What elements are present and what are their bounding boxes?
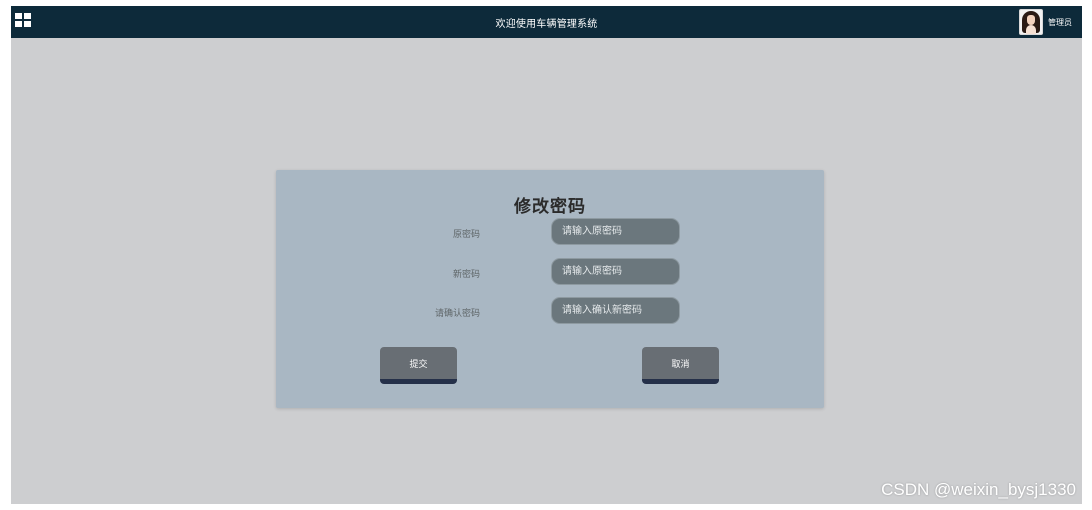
watermark-text: CSDN @weixin_bysj1330 xyxy=(881,480,1076,499)
confirm-password-input[interactable] xyxy=(551,297,680,324)
submit-button[interactable]: 提交 xyxy=(380,347,457,384)
top-header-bar: 欢迎使用车辆管理系统 管理员 xyxy=(11,6,1082,38)
change-password-card: 修改密码 原密码 新密码 请确认密码 提交 取消 xyxy=(276,170,824,408)
confirm-password-label: 请确认密码 xyxy=(434,309,480,319)
user-menu[interactable]: 管理员 xyxy=(1019,8,1072,36)
old-password-input[interactable] xyxy=(551,218,680,245)
user-name[interactable]: 管理员 xyxy=(1048,17,1072,28)
new-password-input[interactable] xyxy=(551,258,680,285)
user-avatar-icon[interactable] xyxy=(1019,9,1043,35)
form-title: 修改密码 xyxy=(514,197,586,217)
app-title: 欢迎使用车辆管理系统 xyxy=(495,19,598,30)
cancel-button[interactable]: 取消 xyxy=(642,347,719,384)
old-password-label: 原密码 xyxy=(452,230,480,240)
new-password-label: 新密码 xyxy=(452,270,480,280)
app-window: 欢迎使用车辆管理系统 管理员 修改密码 原密码 新密码 请确认密码 提交 取消 … xyxy=(11,6,1082,504)
